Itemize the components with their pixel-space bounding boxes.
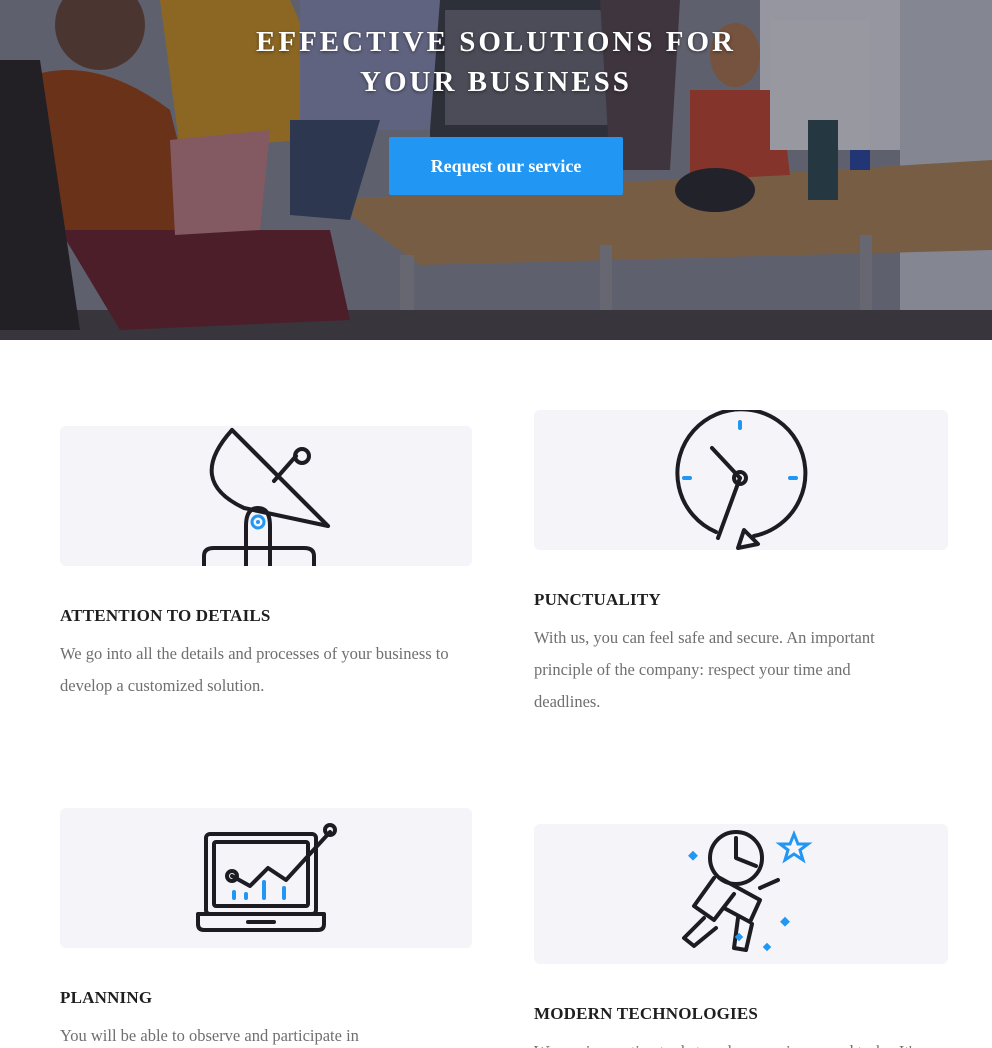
- feature-title-attention: ATTENTION TO DETAILS: [60, 606, 271, 625]
- hero-title: EFFECTIVE SOLUTIONS FOR YOUR BUSINESS: [0, 22, 992, 102]
- request-service-button[interactable]: Request our service: [389, 137, 623, 195]
- clock-icon: [675, 410, 808, 550]
- satellite-dish-icon: [202, 428, 330, 566]
- feature-text-planning: You will be able to observe and particip…: [60, 1026, 359, 1045]
- feature-image-planning: [60, 808, 472, 948]
- feature-text-technologies: We use innovative tools to solve your is…: [534, 1036, 948, 1048]
- feature-title-technologies: MODERN TECHNOLOGIES: [534, 1004, 759, 1023]
- hero-title-line-1: EFFECTIVE SOLUTIONS FOR: [256, 26, 736, 58]
- feature-title-planning: PLANNING: [60, 988, 153, 1007]
- feature-text-punctuality: With us, you can feel safe and secure. A…: [534, 628, 875, 711]
- feature-image-attention: [60, 426, 472, 566]
- laptop-chart-icon: [196, 823, 337, 932]
- hero-section: EFFECTIVE SOLUTIONS FOR YOUR BUSINESS Re…: [0, 0, 992, 340]
- feature-image-punctuality: [534, 410, 948, 550]
- feature-title-punctuality: PUNCTUALITY: [534, 590, 661, 609]
- hero-title-line-2: YOUR BUSINESS: [360, 66, 632, 98]
- feature-text-attention: We go into all the details and processes…: [60, 644, 449, 695]
- feature-image-technologies: [534, 824, 948, 964]
- astronaut-icon: [682, 829, 813, 952]
